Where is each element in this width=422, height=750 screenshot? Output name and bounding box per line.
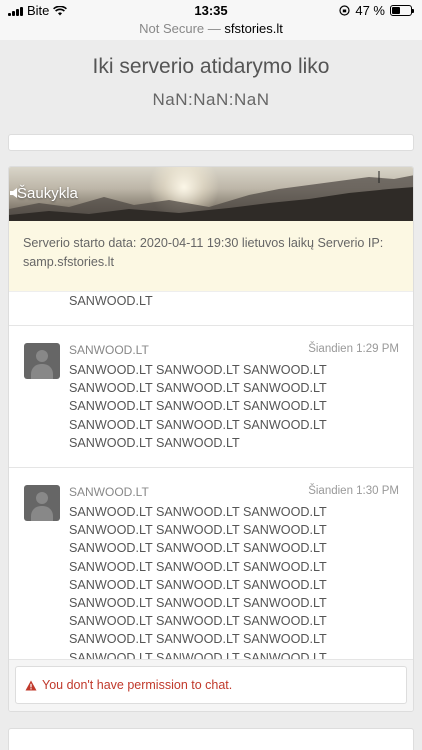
url-bar[interactable]: Not Secure — sfstories.lt xyxy=(0,21,422,36)
shoutbox-header: Šaukykla xyxy=(9,167,413,221)
permission-message: You don't have permission to chat. xyxy=(42,678,233,692)
countdown-title: Iki serverio atidarymo liko xyxy=(92,55,330,78)
shoutbox-title: Šaukykla xyxy=(17,185,78,202)
message-text: SANWOOD.LT SANWOOD.LT SANWOOD.LT SANWOOD… xyxy=(69,363,327,450)
battery-percent: 47 % xyxy=(355,3,385,18)
server-announcement: Serverio starto data: 2020-04-11 19:30 l… xyxy=(9,221,413,292)
message-author[interactable]: SANWOOD.LT xyxy=(69,485,149,503)
chat-message: SANWOOD.LT Šiandien 1:29 PM SANWOOD.LT S… xyxy=(9,326,413,469)
message-text: SANWOOD.LT SANWOOD.LT SANWOOD.LT SANWOOD… xyxy=(69,505,327,683)
warning-icon xyxy=(25,680,37,690)
shoutbox-panel: Šaukykla Serverio starto data: 2020-04-1… xyxy=(8,166,414,712)
battery-icon xyxy=(390,5,414,16)
bottom-panel xyxy=(8,728,414,750)
message-time: Šiandien 1:29 PM xyxy=(308,343,399,355)
rotation-lock-icon xyxy=(339,5,350,16)
speaker-icon[interactable] xyxy=(9,187,21,199)
countdown-section: Iki serverio atidarymo liko NaN:NaN:NaN xyxy=(0,40,422,118)
user-avatar-icon[interactable] xyxy=(24,485,60,522)
security-label: Not Secure — xyxy=(139,21,225,36)
shoutbox-footer: You don't have permission to chat. xyxy=(9,659,413,711)
message-list[interactable]: SANWOOD.LT SANWOOD.LT Šiandien 1:29 PM S… xyxy=(9,292,413,711)
user-avatar-icon[interactable] xyxy=(24,343,60,379)
message-fragment: SANWOOD.LT xyxy=(9,292,413,326)
battery-info: 47 % xyxy=(339,3,414,18)
url-domain: sfstories.lt xyxy=(224,21,283,36)
permission-alert: You don't have permission to chat. xyxy=(15,666,407,704)
status-bar: Bite 13:35 47 % Not Secure — sfstories.l… xyxy=(0,0,422,40)
countdown-timer: NaN:NaN:NaN xyxy=(152,90,270,109)
message-author[interactable]: SANWOOD.LT xyxy=(69,343,149,361)
empty-panel xyxy=(8,134,414,151)
message-time: Šiandien 1:30 PM xyxy=(308,485,399,498)
